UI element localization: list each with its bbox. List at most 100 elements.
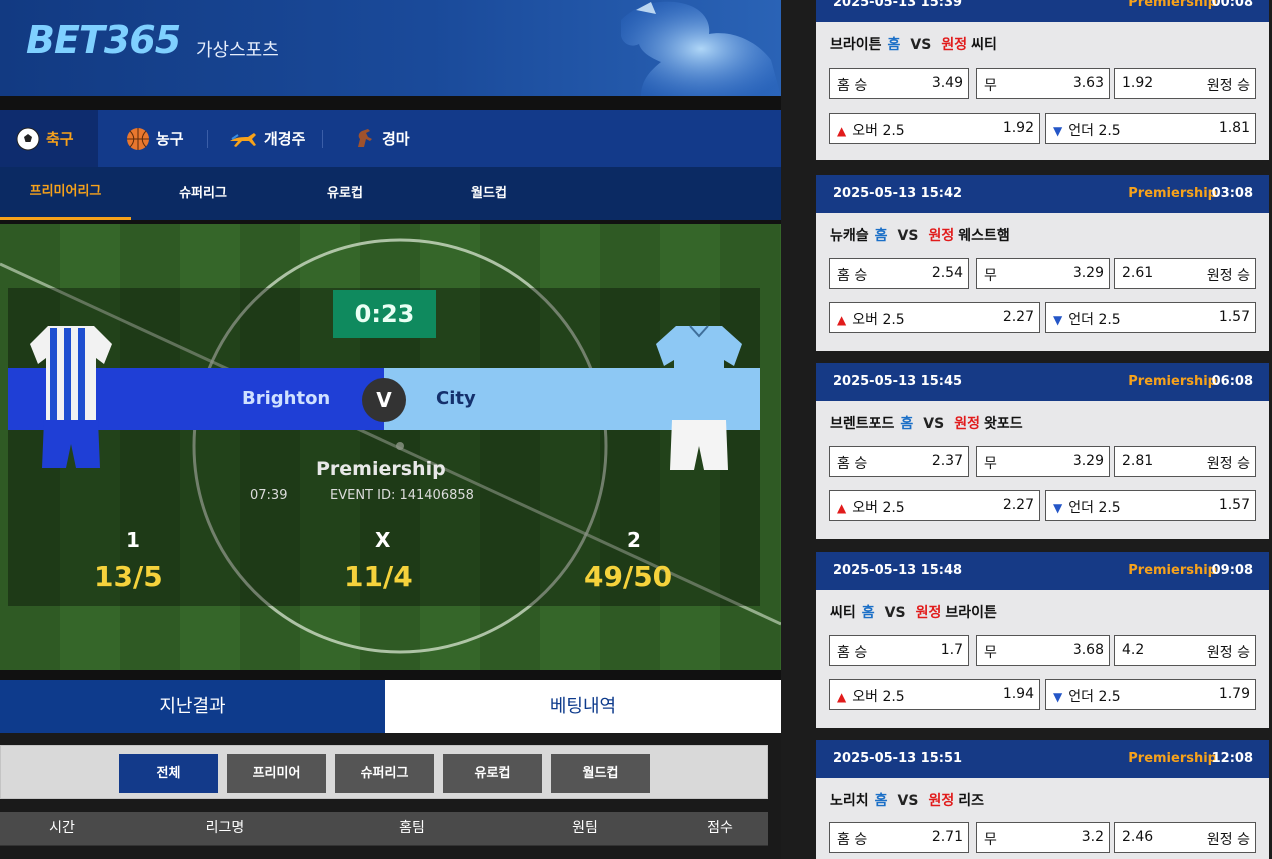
game-teams: 뉴캐슬 홈 VS 원정 웨스트햄 — [830, 225, 1010, 245]
odds-value: 2.37 — [931, 453, 963, 469]
odds-value: 3.2 — [1081, 829, 1104, 845]
league-tab-super[interactable]: 슈퍼리그 — [150, 167, 256, 220]
away-tag: 원정 — [928, 228, 955, 244]
match-timer: 0:23 — [333, 290, 436, 338]
tab-basketball[interactable]: 농구 — [126, 110, 184, 167]
home-team: 브라이튼 — [830, 37, 882, 53]
odds-value: 3.49 — [931, 75, 963, 91]
under-odds-button[interactable]: ▼ 언더 2.5 1.81 — [1045, 113, 1256, 144]
odds-label: 오버 2.5 — [852, 500, 905, 516]
odds-value: 3.29 — [1072, 453, 1104, 469]
filter-euro-button[interactable]: 유로컵 — [443, 754, 542, 793]
over-odds-button[interactable]: ▲ 오버 2.5 1.92 — [829, 113, 1040, 144]
sport-tabs: 축구 농구 개경주 경마 — [0, 110, 781, 167]
col-home-team: 홈팀 — [399, 820, 425, 836]
arrow-up-icon: ▲ — [837, 313, 847, 327]
game-countdown: 12:08 — [1211, 751, 1253, 766]
col-league: 리그명 — [205, 820, 245, 836]
odds-label: 원정 승 — [1206, 78, 1250, 94]
home-win-odds-button[interactable]: 홈 승 2.37 — [829, 446, 969, 477]
league-tabs: 프리미어리그 슈퍼리그 유로컵 월드컵 — [0, 167, 781, 220]
draw-odds-button[interactable]: 무 3.68 — [976, 635, 1110, 666]
filter-premier-button[interactable]: 프리미어 — [227, 754, 326, 793]
horse-icon — [358, 128, 372, 147]
results-table-header: 시간 리그명 홈팀 원팀 점수 — [0, 812, 768, 845]
filter-super-button[interactable]: 슈퍼리그 — [335, 754, 434, 793]
home-tag: 홈 — [900, 416, 914, 432]
tab-soccer[interactable]: 축구 — [0, 110, 98, 167]
away-win-odds-button[interactable]: 2.81 원정 승 — [1114, 446, 1256, 477]
tab-bet-history[interactable]: 베팅내역 — [385, 680, 781, 733]
odds-label: 언더 2.5 — [1068, 500, 1121, 516]
vs-text: VS — [897, 793, 919, 809]
home-win-odds-button[interactable]: 홈 승 2.71 — [829, 822, 969, 853]
over-odds-button[interactable]: ▲ 오버 2.5 1.94 — [829, 679, 1040, 710]
arrow-up-icon: ▲ — [837, 690, 847, 704]
game-league: Premiership — [1128, 563, 1217, 578]
tab-horse-racing[interactable]: 경마 — [352, 110, 410, 167]
odds-value: 2.54 — [931, 265, 963, 281]
match-event-id: EVENT ID: 141406858 — [330, 488, 474, 503]
odds-label: 언더 2.5 — [1068, 689, 1121, 705]
game-card-header: 2025-05-13 15:51 Premiership 12:08 — [816, 740, 1269, 778]
league-tab-worldcup[interactable]: 월드컵 — [440, 167, 538, 220]
odds-label: 무 — [984, 268, 997, 284]
tab-divider — [322, 130, 323, 148]
odds-label: 오버 2.5 — [852, 689, 905, 705]
odds-label: 무 — [984, 78, 997, 94]
away-team: 웨스트햄 — [958, 228, 1010, 244]
over-odds-button[interactable]: ▲ 오버 2.5 2.27 — [829, 302, 1040, 333]
tab-horse-racing-label: 경마 — [382, 130, 410, 148]
arrow-down-icon: ▼ — [1053, 501, 1063, 515]
left-panel: BET365 가상스포츠 축구 농구 개경주 경마 프리미어리그 슈퍼리그 유로… — [0, 0, 781, 859]
game-countdown: 06:08 — [1211, 374, 1253, 389]
home-team: 뉴캐슬 — [830, 228, 869, 244]
tab-greyhound[interactable]: 개경주 — [228, 110, 305, 167]
game-datetime: 2025-05-13 15:48 — [833, 563, 963, 578]
filter-worldcup-button[interactable]: 월드컵 — [551, 754, 650, 793]
home-tag: 홈 — [874, 228, 888, 244]
game-teams: 노리치 홈 VS 원정 리즈 — [830, 790, 984, 810]
odds-draw-label: X — [375, 528, 391, 552]
under-odds-button[interactable]: ▼ 언더 2.5 1.57 — [1045, 490, 1256, 521]
away-tag: 원정 — [954, 416, 980, 432]
odds-value: 1.57 — [1218, 497, 1250, 513]
odds-label: 홈 승 — [837, 832, 868, 848]
away-team-name: City — [436, 388, 476, 409]
away-tag: 원정 — [915, 605, 942, 621]
away-win-odds-button[interactable]: 2.46 원정 승 — [1114, 822, 1256, 853]
draw-odds-button[interactable]: 무 3.63 — [976, 68, 1110, 99]
game-list: 2025-05-13 15:39 Premiership 00:08 브라이튼 홈… — [781, 0, 1272, 859]
away-win-odds-button[interactable]: 1.92 원정 승 — [1114, 68, 1256, 99]
home-win-odds-button[interactable]: 홈 승 2.54 — [829, 258, 969, 289]
draw-odds-button[interactable]: 무 3.29 — [976, 446, 1110, 477]
game-countdown: 03:08 — [1211, 186, 1253, 201]
odds-label: 오버 2.5 — [852, 312, 905, 328]
odds-label: 원정 승 — [1206, 268, 1250, 284]
header-banner: BET365 가상스포츠 — [0, 0, 781, 96]
filter-all-button[interactable]: 전체 — [119, 754, 218, 793]
away-win-odds-button[interactable]: 2.61 원정 승 — [1114, 258, 1256, 289]
odds-label: 무 — [984, 645, 997, 661]
tab-greyhound-label: 개경주 — [264, 130, 306, 148]
league-tab-premier[interactable]: 프리미어리그 — [0, 167, 131, 220]
odds-value: 2.27 — [1002, 309, 1034, 325]
away-win-odds-button[interactable]: 4.2 원정 승 — [1114, 635, 1256, 666]
draw-odds-button[interactable]: 무 3.2 — [976, 822, 1110, 853]
home-win-odds-button[interactable]: 홈 승 3.49 — [829, 68, 969, 99]
away-tag: 원정 — [941, 37, 968, 53]
tab-past-results[interactable]: 지난결과 — [0, 680, 385, 733]
brand-logo[interactable]: BET365 — [26, 18, 181, 62]
odds-value: 4.2 — [1122, 642, 1145, 658]
history-tabs: 지난결과 베팅내역 — [0, 680, 781, 733]
home-win-odds-button[interactable]: 홈 승 1.7 — [829, 635, 969, 666]
over-odds-button[interactable]: ▲ 오버 2.5 2.27 — [829, 490, 1040, 521]
home-team: 노리치 — [830, 793, 869, 809]
league-tab-euro[interactable]: 유로컵 — [296, 167, 394, 220]
odds-label: 홈 승 — [837, 645, 868, 661]
under-odds-button[interactable]: ▼ 언더 2.5 1.79 — [1045, 679, 1256, 710]
away-team: 리즈 — [958, 793, 984, 809]
under-odds-button[interactable]: ▼ 언더 2.5 1.57 — [1045, 302, 1256, 333]
draw-odds-button[interactable]: 무 3.29 — [976, 258, 1110, 289]
home-team: 브렌트포드 — [830, 416, 895, 432]
